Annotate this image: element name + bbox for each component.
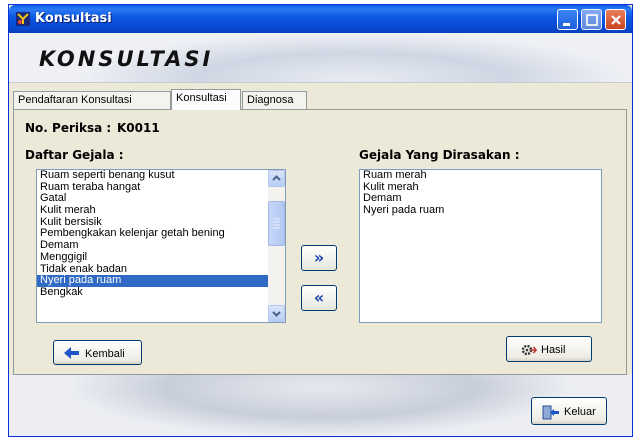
available-list-items: Ruam seperti benang kusut Ruam teraba han… <box>37 170 285 299</box>
hasil-button[interactable]: Hasil <box>506 336 592 362</box>
remove-symptom-button[interactable]: « <box>301 285 337 311</box>
tab-label: Diagnosa <box>247 94 294 106</box>
grip-icon <box>273 218 280 229</box>
daftar-gejala-listbox[interactable]: Ruam seperti benang kusut Ruam teraba han… <box>36 169 286 323</box>
gejala-dirasakan-listbox[interactable]: Ruam merah Kulit merah Demam Nyeri pada rua… <box>359 169 602 323</box>
list-item[interactable]: Ruam merah <box>360 170 601 182</box>
no-periksa-value: K0011 <box>117 121 160 135</box>
tab-diagnosa[interactable]: Diagnosa <box>242 91 307 109</box>
no-periksa-label: No. Periksa : <box>25 121 112 135</box>
app-icon <box>16 12 30 26</box>
keluar-label: Keluar <box>564 406 596 418</box>
add-symptom-label: » <box>313 248 325 267</box>
scroll-down-button[interactable] <box>268 305 285 322</box>
maximize-button[interactable] <box>581 9 602 30</box>
konsultasi-tab-panel: No. Periksa : K0011 Daftar Gejala : Geja… <box>13 109 627 375</box>
add-symptom-button[interactable]: » <box>301 245 337 271</box>
list-item[interactable]: Menggigil <box>37 251 285 264</box>
window-title: Konsultasi <box>35 11 112 26</box>
kembali-label: Kembali <box>85 348 125 360</box>
minimize-button[interactable] <box>557 9 578 30</box>
tab-pendaftaran-konsultasi[interactable]: Pendaftaran Konsultasi <box>13 91 171 109</box>
keluar-button[interactable]: Keluar <box>531 397 607 425</box>
scroll-thumb[interactable] <box>268 201 285 246</box>
gear-icon <box>521 344 537 356</box>
remove-symptom-label: « <box>313 288 325 307</box>
list-item[interactable]: Nyeri pada ruam <box>360 204 601 217</box>
list-item[interactable]: Ruam seperti benang kusut <box>37 170 285 182</box>
exit-door-icon <box>542 405 559 420</box>
close-icon <box>611 15 621 25</box>
scroll-up-button[interactable] <box>268 170 285 187</box>
header-banner: KONSULTASI <box>9 33 632 83</box>
arrow-left-icon <box>64 347 79 359</box>
title-bar[interactable]: Konsultasi <box>9 5 632 33</box>
maximize-icon <box>586 14 598 26</box>
minimize-icon <box>563 23 570 26</box>
page-heading: KONSULTASI <box>39 47 214 71</box>
konsultasi-window: Konsultasi KONSULTASI Pendaftaran Konsul… <box>8 4 633 437</box>
window-body: KONSULTASI Pendaftaran Konsultasi Konsul… <box>9 33 632 436</box>
list-scrollbar[interactable] <box>268 170 285 322</box>
chevron-down-icon <box>272 311 281 317</box>
tab-label: Konsultasi <box>176 92 227 104</box>
selected-list-items: Ruam merah Kulit merah Demam Nyeri pada rua… <box>360 170 601 217</box>
footer-banner: Keluar <box>9 375 632 436</box>
daftar-gejala-label: Daftar Gejala : <box>25 148 124 162</box>
list-item[interactable]: Bengkak <box>37 286 285 299</box>
list-item[interactable]: Ruam teraba hangat <box>37 181 285 194</box>
tab-konsultasi[interactable]: Konsultasi <box>171 89 241 110</box>
kembali-button[interactable]: Kembali <box>53 340 142 365</box>
close-button[interactable] <box>605 9 626 30</box>
gejala-dirasakan-label: Gejala Yang Dirasakan : <box>359 148 520 162</box>
list-item[interactable]: Kulit merah <box>37 204 285 217</box>
tab-label: Pendaftaran Konsultasi <box>18 94 132 106</box>
chevron-up-icon <box>272 175 281 181</box>
hasil-label: Hasil <box>541 344 566 356</box>
